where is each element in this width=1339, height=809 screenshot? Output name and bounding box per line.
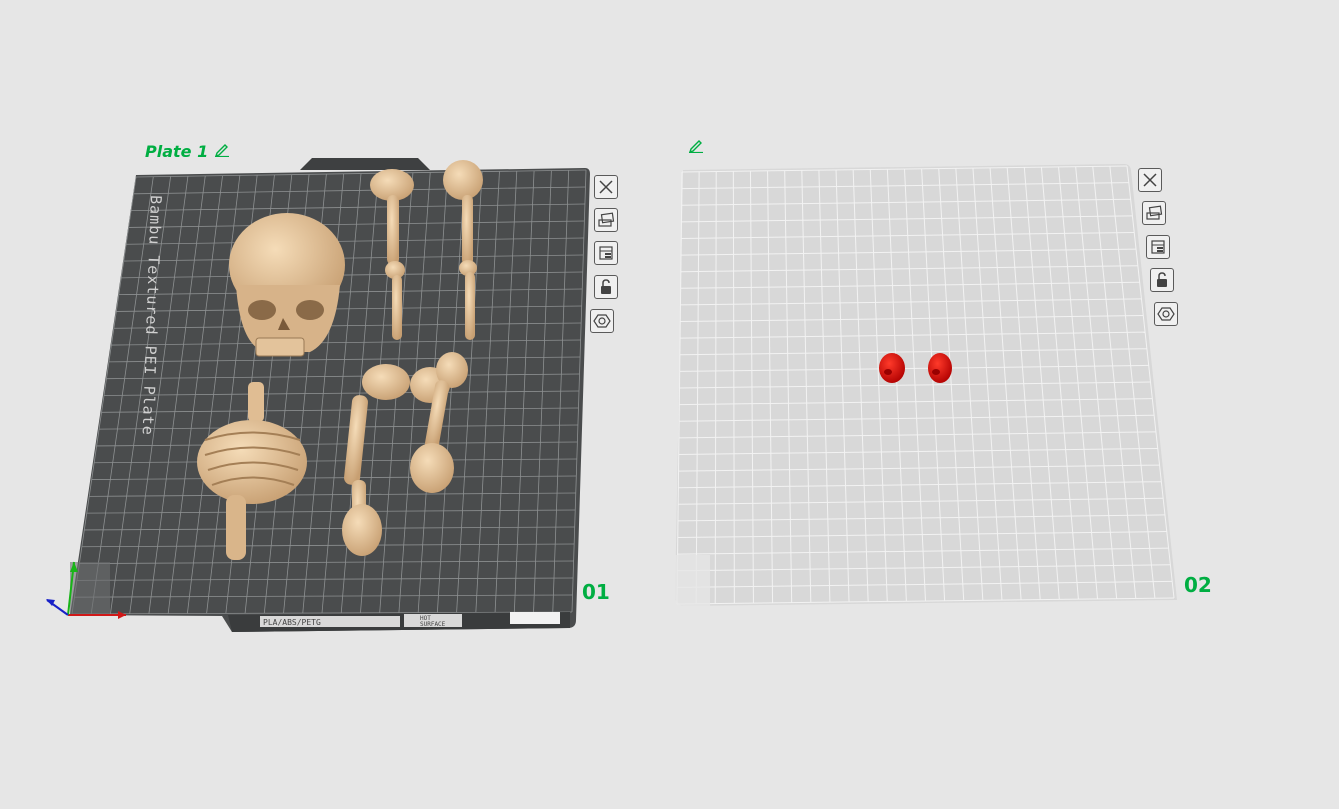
plate-2-bed[interactable] xyxy=(675,164,1177,606)
lock-icon[interactable] xyxy=(594,275,618,299)
plate-2-number: 02 xyxy=(1184,573,1212,597)
plate-1-bed[interactable]: PLA/ABS/PETG HOT SURFACE Bambu Textured … xyxy=(70,158,590,632)
close-icon[interactable] xyxy=(1138,168,1162,192)
plate-1-title[interactable]: Plate 1 xyxy=(145,141,230,161)
surface-label-2: SURFACE xyxy=(420,621,446,628)
close-icon[interactable] xyxy=(594,175,618,199)
arrange-icon[interactable] xyxy=(1142,201,1166,225)
layout-icon[interactable] xyxy=(594,241,618,265)
edit-icon[interactable] xyxy=(688,140,704,157)
plate-1-number: 01 xyxy=(582,580,610,604)
red-skull-model-1[interactable] xyxy=(879,353,905,383)
lock-icon[interactable] xyxy=(1150,268,1174,292)
arrange-icon[interactable] xyxy=(594,208,618,232)
3d-viewport[interactable]: PLA/ABS/PETG HOT SURFACE Bambu Textured … xyxy=(0,0,1339,809)
edit-icon[interactable] xyxy=(214,141,230,161)
settings-icon[interactable] xyxy=(590,309,614,333)
red-skull-model-2[interactable] xyxy=(928,353,952,383)
settings-icon[interactable] xyxy=(1154,302,1178,326)
plate-2-title[interactable] xyxy=(688,137,704,158)
plate-1-title-text: Plate 1 xyxy=(145,141,209,161)
filament-label: PLA/ABS/PETG xyxy=(263,618,321,627)
layout-icon[interactable] xyxy=(1146,235,1170,259)
